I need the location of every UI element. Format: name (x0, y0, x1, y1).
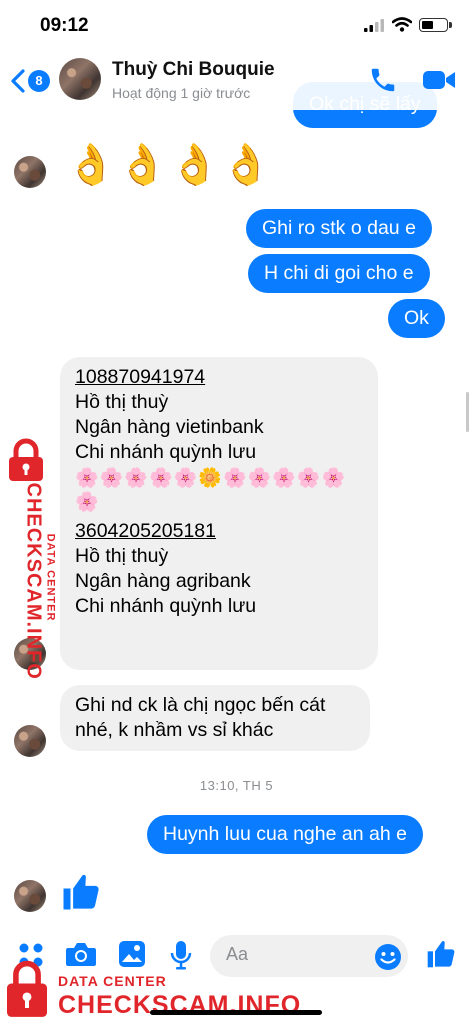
lock-icon (9, 438, 43, 481)
status-bar: 09:12 (0, 0, 473, 52)
account-number[interactable]: 108870941974 (75, 365, 363, 390)
status-time: 09:12 (40, 15, 89, 36)
bank-name: Ngân hàng agribank (75, 570, 251, 593)
watermark-side: DATA CENTER CHECKSCAM.INFO (0, 432, 57, 680)
bank-name: Ngân hàng vietinbank (75, 415, 264, 438)
watermark-brand: CHECKSCAM.INFO (58, 991, 302, 1019)
flower-emojis: 🌸🌸🌸🌸🌸🌼🌸🌸🌸🌸🌸🌸 (75, 467, 347, 514)
account-holder: Hồ thị thuỳ (75, 390, 169, 413)
home-indicator[interactable] (150, 1010, 322, 1015)
thumbs-up-icon[interactable] (60, 870, 102, 914)
video-icon[interactable] (422, 68, 456, 92)
back-button[interactable]: 8 (8, 68, 52, 94)
watermark-label: DATA CENTER (58, 973, 167, 989)
smile-icon[interactable] (374, 943, 402, 971)
sender-avatar[interactable] (14, 725, 46, 757)
message-outgoing[interactable]: Ok (388, 299, 445, 338)
wifi-icon (392, 17, 412, 32)
contact-name[interactable]: Thuỳ Chi Bouquie (112, 59, 275, 81)
phone-icon[interactable] (368, 65, 398, 95)
conversation-header: 8 Thuỳ Chi Bouquie Hoạt động 1 giờ trước (0, 52, 473, 110)
watermark-label: DATA CENTER (44, 533, 57, 622)
message-outgoing[interactable]: H chi di goi cho e (248, 254, 430, 293)
battery-icon (419, 18, 452, 32)
message-timestamp: 13:10, TH 5 (199, 778, 274, 793)
contact-avatar[interactable] (59, 58, 101, 100)
unread-count-badge: 8 (28, 70, 50, 92)
thumbs-up-icon[interactable] (425, 938, 457, 970)
active-status: Hoạt động 1 giờ trước (112, 85, 251, 101)
message-incoming-bank-info[interactable]: 108870941974 Hồ thị thuỳ Ngân hàng vieti… (60, 357, 378, 670)
message-outgoing[interactable]: Ghi ro stk o dau e (246, 209, 432, 248)
account-holder: Hồ thị thuỳ (75, 545, 169, 568)
message-incoming[interactable]: Ghi nd ck là chị ngọc bến cát nhé, k nhầ… (60, 685, 370, 751)
sender-avatar[interactable] (14, 156, 46, 188)
chevron-left-icon (11, 69, 25, 93)
watermark-brand: CHECKSCAM.INFO (22, 482, 45, 680)
signal-icon (364, 19, 384, 32)
sender-avatar[interactable] (14, 880, 46, 912)
bank-branch: Chi nhánh quỳnh lưu (75, 595, 257, 618)
lock-icon (7, 960, 47, 1017)
message-outgoing[interactable]: Huynh luu cua nghe an ah e (147, 815, 423, 854)
account-number[interactable]: 3604205205181 (75, 519, 363, 544)
scrollbar[interactable] (466, 392, 469, 432)
bank-branch: Chi nhánh quỳnh lưu (75, 440, 257, 463)
message-emoji[interactable]: 👌👌👌👌 (66, 145, 273, 185)
